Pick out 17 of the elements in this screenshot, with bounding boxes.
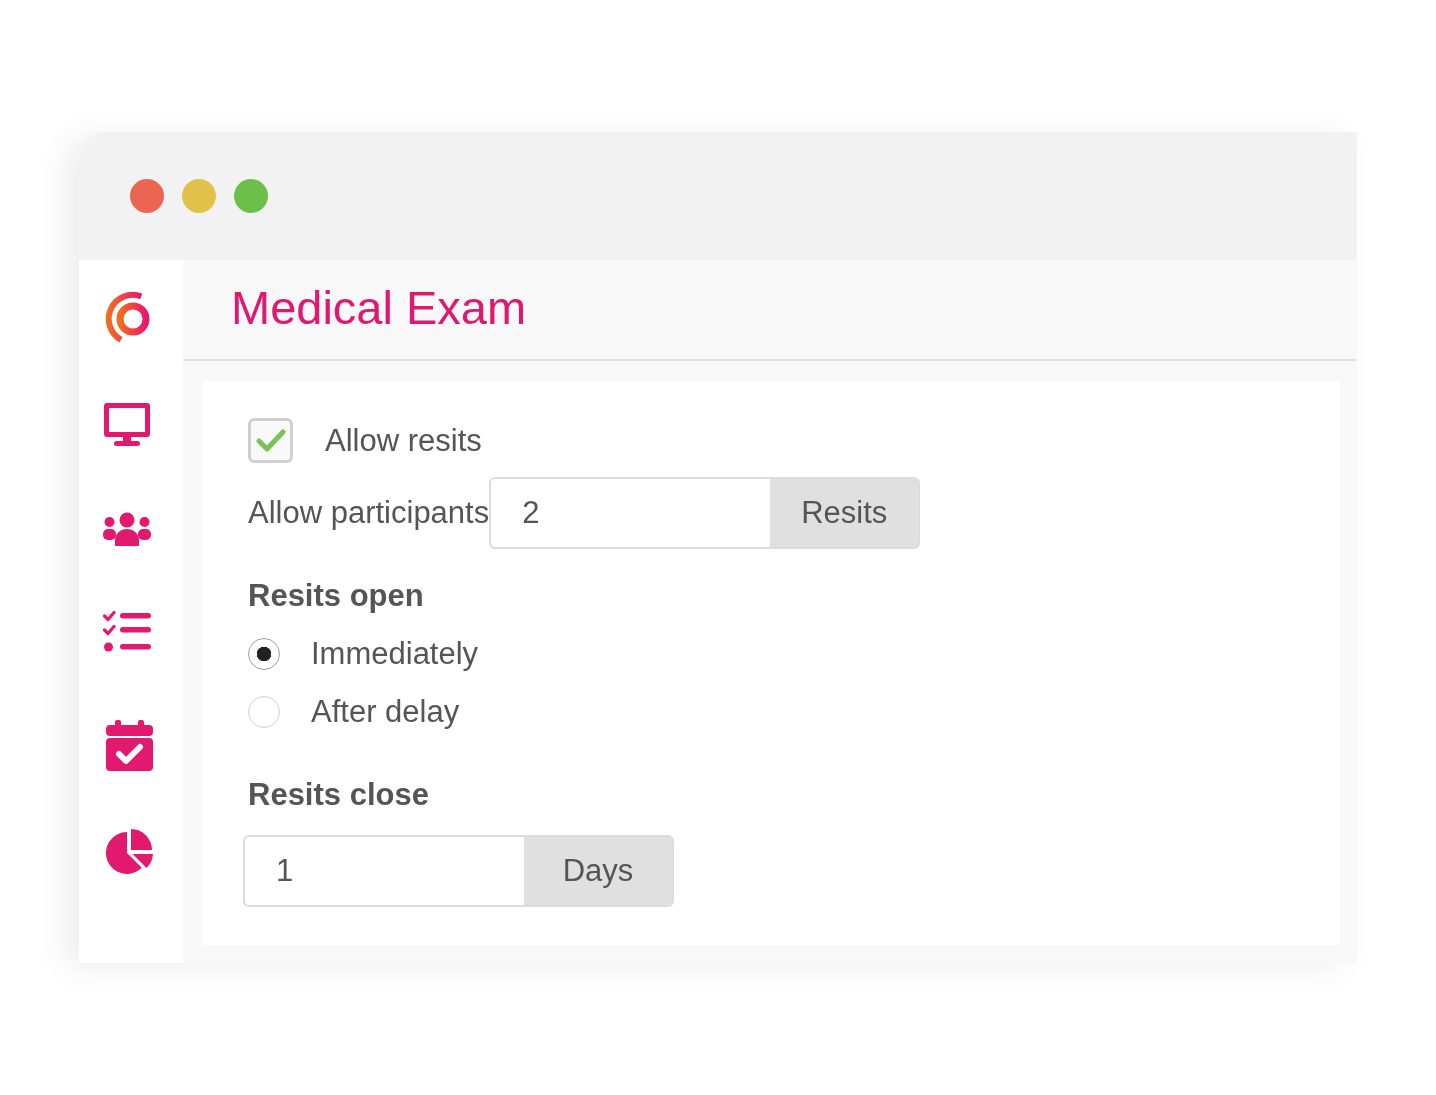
page-title: Medical Exam <box>231 280 527 337</box>
section-heading: Resits open <box>248 577 424 615</box>
checkbox-label: Allow resits <box>325 421 482 460</box>
check-icon <box>255 428 286 453</box>
radio-button[interactable] <box>248 696 280 728</box>
pie-chart-icon[interactable] <box>106 829 153 874</box>
radio-label: After delay <box>311 693 460 731</box>
checklist-icon[interactable] <box>103 611 151 653</box>
checkbox[interactable] <box>248 418 293 463</box>
calendar-check-icon[interactable] <box>106 720 153 771</box>
field-label: Allow participants <box>248 494 490 532</box>
section-heading: Resits close <box>248 776 429 814</box>
radio-label: Immediately <box>311 635 479 673</box>
radio-button[interactable] <box>248 638 280 670</box>
monitor-icon[interactable] <box>104 403 150 446</box>
window-control-icon[interactable] <box>130 179 164 213</box>
people-icon[interactable] <box>103 512 151 546</box>
